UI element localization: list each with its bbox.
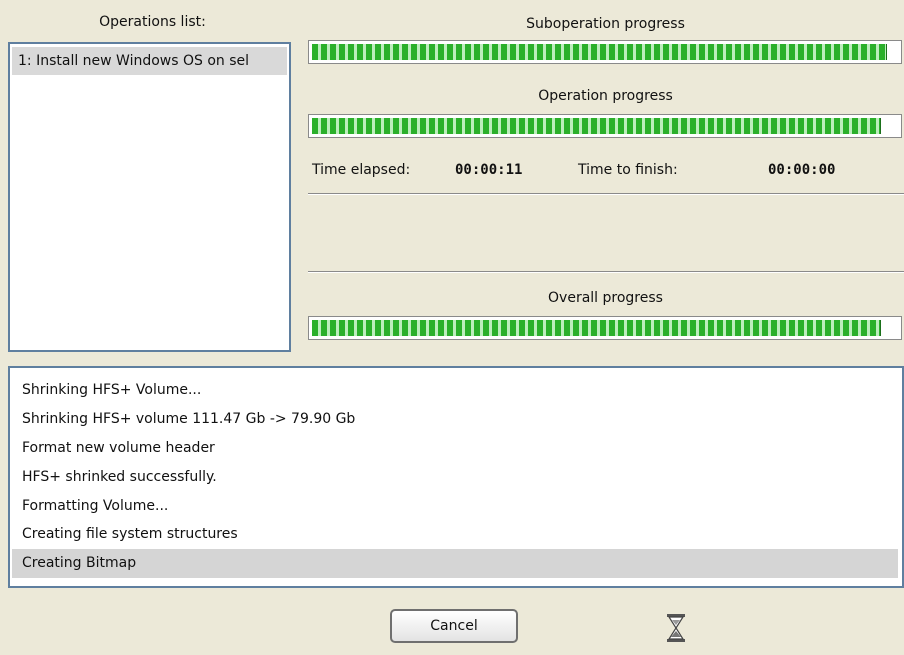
overall-progress-fill (312, 320, 882, 336)
divider-bottom (308, 271, 904, 273)
log-line: HFS+ shrinked successfully. (22, 468, 217, 485)
time-elapsed-value: 00:00:11 (455, 162, 523, 178)
operation-progress-label: Operation progress (538, 88, 673, 104)
cancel-button[interactable]: Cancel (390, 609, 518, 643)
divider-top (308, 193, 904, 195)
hourglass-icon (667, 614, 685, 642)
log-line: Format new volume header (22, 439, 215, 456)
time-to-finish-label: Time to finish: (578, 162, 678, 178)
operations-list-label: Operations list: (99, 14, 206, 30)
operation-progress-bar (308, 114, 902, 138)
log-line: Shrinking HFS+ volume 111.47 Gb -> 79.90… (22, 410, 356, 427)
operations-list[interactable]: 1: Install new Windows OS on sel (8, 42, 291, 352)
log-panel[interactable]: Shrinking HFS+ Volume... Shrinking HFS+ … (8, 366, 904, 588)
suboperation-progress-fill (312, 44, 888, 60)
time-to-finish-value: 00:00:00 (768, 162, 836, 178)
time-elapsed-label: Time elapsed: (312, 162, 411, 178)
overall-progress-label: Overall progress (548, 290, 663, 306)
operation-progress-fill (312, 118, 882, 134)
log-line: Shrinking HFS+ Volume... (22, 382, 202, 398)
overall-progress-bar (308, 316, 902, 340)
log-line: Creating file system structures (22, 526, 238, 543)
log-line: Formatting Volume... (22, 497, 169, 514)
operation-item[interactable]: 1: Install new Windows OS on sel (12, 47, 287, 75)
log-line-selected: Creating Bitmap (12, 549, 898, 579)
suboperation-progress-bar (308, 40, 902, 64)
suboperation-progress-label: Suboperation progress (526, 16, 685, 32)
